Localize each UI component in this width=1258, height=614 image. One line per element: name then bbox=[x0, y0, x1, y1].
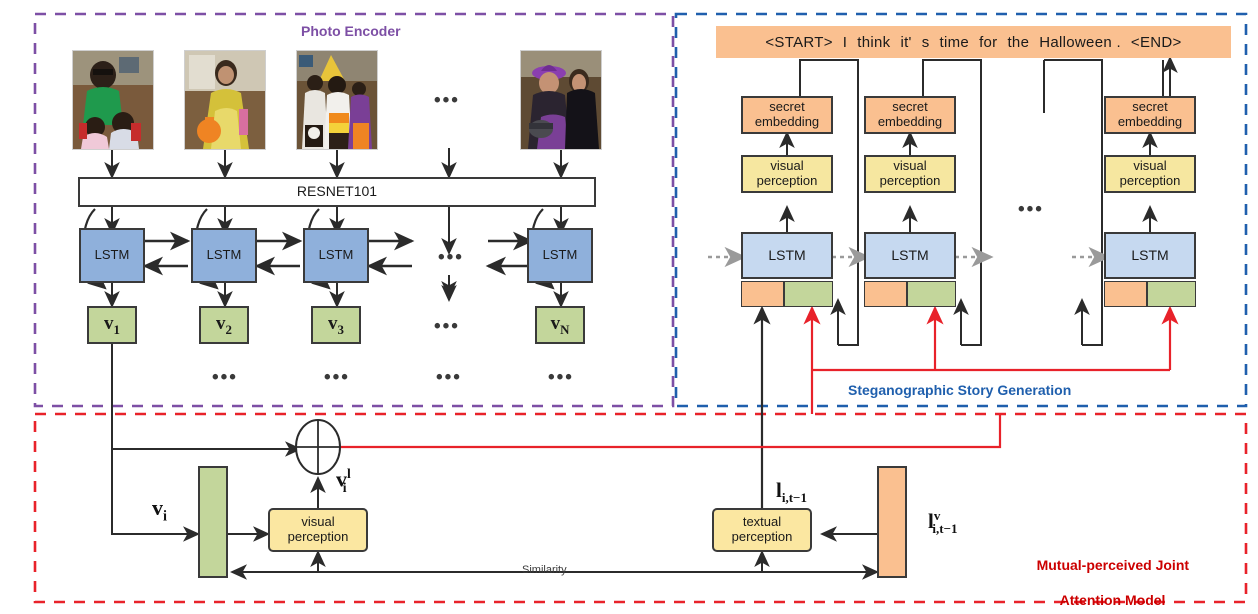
feature-label-v1: v1 bbox=[104, 312, 120, 337]
visual-perception-label-line2: perception bbox=[879, 173, 941, 188]
encoder-lstm-cell-1: LSTM bbox=[79, 228, 145, 283]
encoder-bottom-ellipsis-4: ••• bbox=[436, 367, 462, 388]
sentence-token-4: s bbox=[921, 33, 930, 51]
decoder-input-swatch-orange-step1 bbox=[741, 281, 784, 307]
joint-attention-title-line2: Attention Model bbox=[1059, 591, 1166, 608]
visual-perception-block-attention: visual perception bbox=[268, 508, 368, 552]
decoder-input-swatch-orange-step3 bbox=[1104, 281, 1147, 307]
sentence-token-6: for bbox=[979, 33, 998, 51]
decoder-input-swatch-orange-step2 bbox=[864, 281, 907, 307]
math-label-v-i-l: vli bbox=[336, 466, 351, 495]
encoder-feature-v3: v3 bbox=[311, 306, 361, 344]
figure-canvas: Photo Encoder ••• RESNET101 LSTM LSTM LS… bbox=[0, 0, 1258, 614]
visual-perception-label-line1: visual bbox=[893, 158, 927, 174]
encoder-lstm-ellipsis: ••• bbox=[438, 247, 464, 268]
red-bus-from-sum bbox=[330, 414, 1002, 449]
math-label-v-i: vi bbox=[152, 495, 167, 525]
decoder-input-swatch-green-step1 bbox=[784, 281, 833, 307]
sentence-token-2: think bbox=[857, 33, 891, 51]
orange-attention-bar bbox=[877, 466, 907, 578]
photo-row-ellipsis: ••• bbox=[434, 90, 460, 111]
feature-label-v2: v2 bbox=[216, 312, 232, 337]
visual-perception-label-line2: perception bbox=[287, 529, 349, 544]
sentence-token-9: <END> bbox=[1130, 33, 1182, 51]
secret-embedding-label-line1: secret bbox=[1132, 99, 1168, 115]
secret-embedding-label-line1: secret bbox=[892, 99, 928, 115]
encoder-bottom-ellipsis-n: ••• bbox=[548, 367, 574, 388]
decoder-lstm-cell-step2: LSTM bbox=[864, 232, 956, 279]
visual-perception-block-step3: visual perception bbox=[1104, 155, 1196, 193]
generated-sentence-bar: <START> I think it' s time for the Hallo… bbox=[716, 26, 1231, 58]
decoder-lstm-cell-step1: LSTM bbox=[741, 232, 833, 279]
encoder-lstm-cell-3: LSTM bbox=[303, 228, 369, 283]
photo-thumbnail-1 bbox=[72, 50, 154, 150]
secret-embedding-label-line2: embedding bbox=[1117, 114, 1183, 129]
visual-perception-label-line1: visual bbox=[301, 514, 335, 530]
resnet101-block: RESNET101 bbox=[78, 177, 596, 207]
photo-thumbnail-3 bbox=[296, 50, 378, 150]
decoder-lstm-cell-step3: LSTM bbox=[1104, 232, 1196, 279]
secret-embedding-label-line2: embedding bbox=[877, 114, 943, 129]
decoder-input-swatch-green-step3 bbox=[1147, 281, 1196, 307]
secret-embedding-label-line2: embedding bbox=[754, 114, 820, 129]
sentence-token-7: the bbox=[1007, 33, 1030, 51]
encoder-bottom-ellipsis-2: ••• bbox=[212, 367, 238, 388]
photo-thumbnail-2 bbox=[184, 50, 266, 150]
secret-embedding-label-line1: secret bbox=[769, 99, 805, 115]
visual-perception-label-line1: visual bbox=[770, 158, 804, 174]
joint-attention-title: Mutual-perceived Joint Attention Model bbox=[1021, 539, 1189, 614]
secret-embedding-block-step3: secret embedding bbox=[1104, 96, 1196, 134]
textual-perception-label-line2: perception bbox=[731, 529, 793, 544]
sentence-token-3: it' bbox=[900, 33, 912, 51]
feature-label-vn: vN bbox=[550, 312, 570, 337]
encoder-feature-v2: v2 bbox=[199, 306, 249, 344]
joint-attention-title-line1: Mutual-perceived Joint bbox=[1036, 556, 1190, 573]
encoder-feature-v1: v1 bbox=[87, 306, 137, 344]
visual-perception-block-step1: visual perception bbox=[741, 155, 833, 193]
encoder-lstm-cell-2: LSTM bbox=[191, 228, 257, 283]
sentence-token-5: time bbox=[939, 33, 970, 51]
textual-perception-block-attention: textual perception bbox=[712, 508, 812, 552]
sentence-token-1: I bbox=[842, 33, 848, 51]
photo-encoder-title: Photo Encoder bbox=[301, 23, 401, 39]
feature-label-v3: v3 bbox=[328, 312, 344, 337]
encoder-lstm-cell-n: LSTM bbox=[527, 228, 593, 283]
photo-thumbnail-4 bbox=[520, 50, 602, 150]
visual-perception-label-line2: perception bbox=[756, 173, 818, 188]
visual-perception-block-step2: visual perception bbox=[864, 155, 956, 193]
green-attention-bar bbox=[198, 466, 228, 578]
secret-feedback-hook-step-gap bbox=[1044, 59, 1103, 346]
secret-embedding-block-step1: secret embedding bbox=[741, 96, 833, 134]
sentence-token-8: Halloween . bbox=[1039, 33, 1121, 51]
secret-embedding-block-step2: secret embedding bbox=[864, 96, 956, 134]
sentence-token-0: <START> bbox=[765, 33, 833, 51]
decoder-step-ellipsis: ••• bbox=[1018, 199, 1044, 220]
math-label-l-i-t-1: li,t−1 bbox=[776, 478, 807, 506]
encoder-feature-ellipsis: ••• bbox=[434, 316, 460, 337]
math-label-l-i-t-1-v: lvi,t−1 bbox=[928, 508, 958, 537]
decoder-input-swatch-green-step2 bbox=[907, 281, 956, 307]
story-generation-title: Steganographic Story Generation bbox=[848, 382, 1072, 398]
encoder-feature-vn: vN bbox=[535, 306, 585, 344]
visual-perception-label-line1: visual bbox=[1133, 158, 1167, 174]
visual-perception-label-line2: perception bbox=[1119, 173, 1181, 188]
encoder-bottom-ellipsis-3: ••• bbox=[324, 367, 350, 388]
similarity-label: Similarity bbox=[522, 564, 567, 576]
textual-perception-label-line1: textual bbox=[742, 514, 782, 530]
